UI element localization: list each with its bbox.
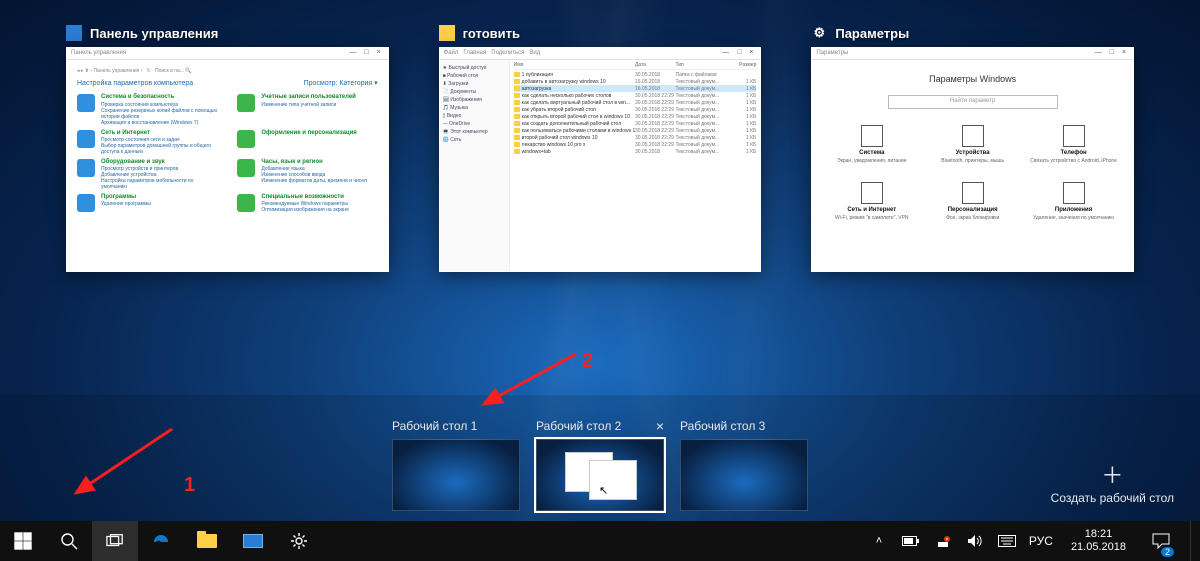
network-icon[interactable]: × [933,535,953,547]
clock-time: 18:21 [1071,528,1126,541]
gear-icon: ⚙ [811,25,827,41]
show-desktop-button[interactable] [1190,521,1196,561]
svg-text:×: × [945,537,948,543]
close-desktop-button[interactable]: × [656,419,664,433]
edge-button[interactable] [138,521,184,561]
virtual-desktop-1[interactable]: Рабочий стол 1 [392,419,520,511]
annotation-number-2: 2 [582,350,593,373]
tray-chevron-icon[interactable]: ˄ [869,535,889,547]
clock[interactable]: 18:21 21.05.2018 [1065,528,1132,553]
window-title: готовить [463,26,520,41]
settings-taskbar-button[interactable] [276,521,322,561]
virtual-desktop-label: Рабочий стол 2 [536,419,621,433]
folder-icon [197,534,217,548]
virtual-desktop-3[interactable]: Рабочий стол 3 [680,419,808,511]
virtual-desktop-2[interactable]: Рабочий стол 2× ↖ [536,419,664,511]
virtual-desktops-strip: Рабочий стол 1 Рабочий стол 2× ↖ Рабочий… [0,395,1200,521]
action-center-button[interactable]: 2 [1144,521,1178,561]
control-panel-icon [243,534,263,548]
taskview-windows: Панель управления Панель управления— □ ×… [66,25,1134,272]
task-view-button[interactable] [92,521,138,561]
window-title: Параметры [835,26,909,41]
battery-icon[interactable] [901,536,921,546]
new-desktop-label: Создать рабочий стол [1051,491,1174,505]
clock-date: 21.05.2018 [1071,541,1126,554]
explorer-button[interactable] [184,521,230,561]
annotation-number-1: 1 [184,474,195,497]
search-button[interactable] [46,521,92,561]
virtual-desktop-label: Рабочий стол 1 [392,419,477,433]
start-button[interactable] [0,521,46,561]
folder-icon [439,25,455,41]
control-panel-icon [66,25,82,41]
window-title: Панель управления [90,26,218,41]
taskview-window-explorer[interactable]: готовить Файл Главная Поделиться Вид— □ … [439,25,762,272]
notification-badge: 2 [1161,547,1174,557]
taskbar: ˄ × РУС 18:21 21.05.2018 2 [0,521,1200,561]
language-indicator[interactable]: РУС [1029,534,1053,548]
plus-icon: ＋ [1051,465,1174,487]
virtual-desktop-label: Рабочий стол 3 [680,419,765,433]
window-thumbnail: Параметры— □ × Параметры Windows Найти п… [811,47,1134,272]
control-panel-taskbar-button[interactable] [230,521,276,561]
new-desktop-button[interactable]: ＋ Создать рабочий стол [1051,465,1174,505]
keyboard-icon[interactable] [997,535,1017,547]
window-thumbnail: Файл Главная Поделиться Вид— □ × ★ Быстр… [439,47,762,272]
taskview-window-settings[interactable]: ⚙ Параметры Параметры— □ × Параметры Win… [811,25,1134,272]
window-thumbnail: Панель управления— □ × ◂ ▸ ⬆ › Панель уп… [66,47,389,272]
taskview-window-control-panel[interactable]: Панель управления Панель управления— □ ×… [66,25,389,272]
volume-icon[interactable] [965,534,985,548]
